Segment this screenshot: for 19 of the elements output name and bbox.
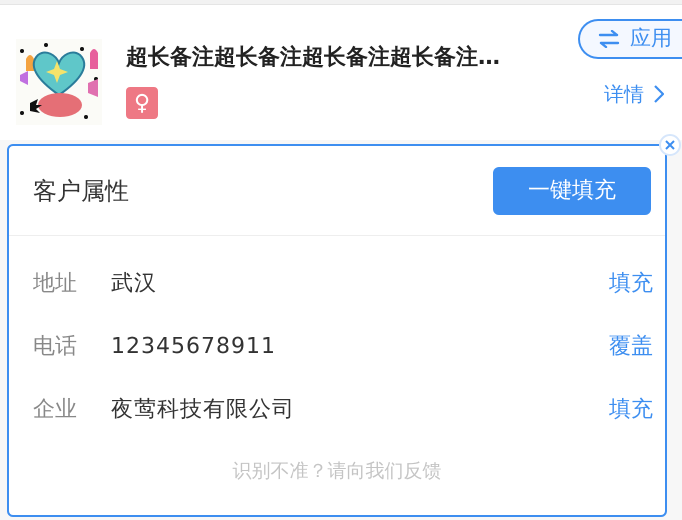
field-label: 企业 (33, 396, 78, 424)
feedback-text: 识别不准？请向我们反馈 (232, 459, 442, 484)
chevron-right-icon (654, 85, 664, 103)
female-gender-badge: ♀ (126, 87, 158, 119)
close-icon[interactable] (659, 134, 681, 156)
field-label: 地址 (33, 270, 78, 298)
field-value: 夜莺科技有限公司 (111, 396, 295, 424)
field-value: 武汉 (111, 270, 157, 298)
field-value: 12345678911 (111, 333, 276, 361)
field-action-link[interactable]: 填充 (609, 267, 653, 300)
swap-arrows-icon (598, 30, 620, 48)
contact-name: 超长备注超长备注超长备注超长备注… (126, 44, 501, 72)
field-action-link[interactable]: 覆盖 (609, 330, 653, 363)
fill-all-button[interactable]: 一键填充 (493, 166, 651, 214)
field-label: 电话 (33, 333, 78, 361)
field-action-link[interactable]: 填充 (609, 393, 653, 426)
details-link[interactable]: 详情 (604, 79, 664, 109)
apply-button[interactable]: 应用 (578, 19, 682, 59)
card-title: 客户属性 (33, 176, 129, 206)
